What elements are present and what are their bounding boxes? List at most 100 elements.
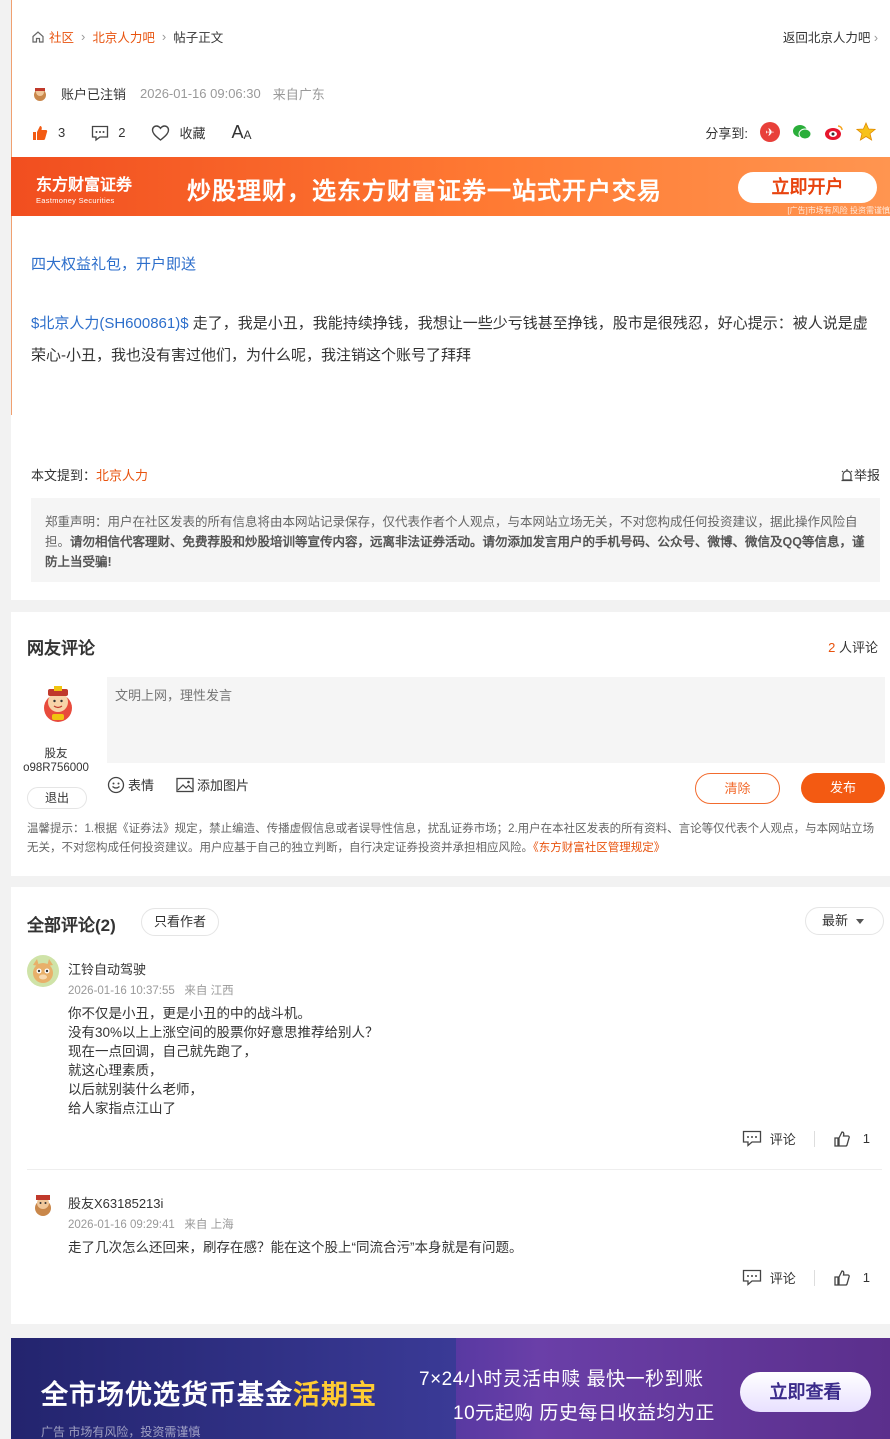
ad-tag: 广告 市场有风险，投资需谨慎 [41, 1425, 201, 1439]
post-card: 社区 › 北京人力吧 › 帖子正文 返回北京人力吧 › 账户已注销 2026-0… [11, 0, 890, 600]
share-wechat-icon[interactable] [792, 122, 812, 142]
comment-location: 来自 江西 [184, 985, 234, 997]
only-author-toggle[interactable]: 只看作者 [141, 908, 219, 936]
posting-tip: 温馨提示：1.根据《证券法》规定，禁止编造、传播虚假信息或者误导性信息，扰乱证券… [27, 820, 883, 858]
breadcrumb-current: 帖子正文 [173, 31, 224, 45]
emoji-button[interactable]: 表情 [107, 775, 154, 794]
disclaimer-warning: 请勿相信代客理财、免费荐股和炒股培训等宣传内容，远离非法证券活动。请勿添加发言用… [45, 535, 865, 569]
thumbs-up-icon [834, 1269, 850, 1286]
open-account-button[interactable]: 立即开户 [738, 172, 877, 203]
comment-like-button[interactable]: 1 [833, 1269, 870, 1287]
disclaimer: 郑重声明：用户在社区发表的所有信息将由本网站记录保存，仅代表作者个人观点，与本网… [31, 498, 880, 582]
breadcrumb: 社区 › 北京人力吧 › 帖子正文 [31, 27, 223, 46]
collect-label: 收藏 [179, 126, 206, 141]
ad-line-2: 10元起购 历史每日收益均为正 [453, 1403, 715, 1424]
share-toutiao-icon[interactable]: ✈ [760, 122, 780, 142]
comment-list-card: 全部评论(2) 只看作者 最新 江铃自动驾驶 2026-01-16 10:37:… [11, 887, 890, 1324]
comment-like-count: 1 [862, 1131, 870, 1146]
like-count: 3 [58, 125, 66, 140]
comment-item: 股友X63185213i 2026-01-16 09:29:41 来自 上海 走… [27, 1189, 882, 1299]
post-time: 2026-01-16 09:06:30 [140, 86, 261, 101]
gift-link[interactable]: 四大权益礼包，开户即送 [31, 253, 196, 274]
divider [813, 1269, 815, 1286]
like-button[interactable]: 3 [31, 124, 65, 142]
comment-tools: 表情 添加图片 [107, 775, 271, 794]
font-size-button[interactable]: AA [231, 122, 251, 143]
comment-item: 江铃自动驾驶 2026-01-16 10:37:55 来自 江西 你不仅是小丑，… [27, 955, 882, 1155]
back-link-label: 返回北京人力吧 [782, 31, 871, 45]
collect-button[interactable]: 收藏 [151, 123, 205, 142]
post-body: $北京人力(SH600861)$ 走了，我是小丑，我能持续挣钱，我想让一些少亏钱… [31, 308, 881, 372]
breadcrumb-home[interactable]: 社区 [49, 27, 74, 46]
back-to-bar-link[interactable]: 返回北京人力吧 › [783, 27, 878, 46]
comment-input[interactable] [107, 677, 885, 763]
ad-headline-text: 全市场优选货币基金 [41, 1380, 293, 1410]
ad-logo-text: 东方财富证券 [36, 175, 133, 194]
reply-button[interactable]: 评论 [742, 1129, 796, 1148]
sort-label: 最新 [822, 913, 849, 928]
avatar[interactable] [31, 85, 49, 103]
report-icon [841, 468, 853, 481]
stock-tag-link[interactable]: $北京人力(SH600861)$ [31, 315, 189, 332]
share-row: 分享到: ✈ [705, 122, 876, 142]
ad-banner-open-account[interactable]: 东方财富证券 Eastmoney Securities 炒股理财，选东方财富证券… [11, 157, 890, 216]
breadcrumb-bar[interactable]: 北京人力吧 [92, 27, 155, 46]
mention-stock-link[interactable]: 北京人力 [96, 468, 148, 483]
image-icon [176, 777, 194, 792]
reply-button[interactable]: 评论 [742, 1268, 796, 1287]
ad-slogan: 炒股理财，选东方财富证券一站式开户交易 [187, 178, 662, 205]
report-button[interactable]: 举报 [840, 465, 880, 484]
commenter-name[interactable]: 股友X63185213i [68, 1193, 163, 1212]
community-rules-link[interactable]: 《东方财富社区管理规定》 [533, 842, 665, 854]
add-image-label: 添加图片 [197, 778, 250, 793]
logout-button[interactable]: 退出 [27, 787, 87, 809]
share-weibo-icon[interactable] [824, 122, 844, 142]
comment-text: 走了几次怎么还回来，刷存在感？能在这个股上“同流合污”本身就是有问题。 [68, 1240, 523, 1255]
caret-down-icon [856, 919, 865, 925]
share-qzone-icon[interactable] [856, 122, 876, 142]
post-author-row: 账户已注销 2026-01-16 09:06:30 来自广东 [31, 84, 325, 103]
font-size-small-icon: A [243, 127, 252, 142]
comment-count: 2 [118, 125, 126, 140]
comment-text: 你不仅是小丑，更是小丑的中的战斗机。 没有30%以上上涨空间的股票你好意思推荐给… [68, 1006, 379, 1116]
reply-label: 评论 [769, 1132, 796, 1147]
comment-icon [742, 1269, 761, 1286]
comment-count-summary: 2 人评论 [828, 637, 878, 656]
comment-meta: 2026-01-16 10:37:55 来自 江西 [68, 982, 234, 998]
publish-button[interactable]: 发布 [801, 773, 885, 803]
comment-location: 来自 上海 [184, 1219, 234, 1231]
ad-banner-money-fund[interactable]: 全市场优选货币基金活期宝 7×24小时灵活申赎 最快一秒到账 10元起购 历史每… [11, 1338, 890, 1439]
all-comments-title: 全部评论(2) [27, 916, 116, 935]
current-user-avatar[interactable] [38, 684, 78, 724]
comment-meta: 2026-01-16 09:29:41 来自 上海 [68, 1216, 234, 1232]
divider [813, 1130, 815, 1147]
eastmoney-logo: 东方财富证券 Eastmoney Securities [36, 171, 132, 205]
add-image-button[interactable]: 添加图片 [176, 775, 249, 794]
sort-dropdown[interactable]: 最新 [805, 907, 884, 935]
commenter-avatar[interactable] [27, 955, 59, 987]
reply-label: 评论 [769, 1271, 796, 1286]
clear-button[interactable]: 清除 [695, 773, 780, 804]
comment-actions: 评论 1 [742, 1129, 870, 1148]
mention-row: 本文提到：北京人力 [31, 465, 148, 484]
commenter-name[interactable]: 江铃自动驾驶 [68, 959, 146, 978]
comment-actions: 评论 1 [742, 1268, 870, 1287]
comment-like-count: 1 [862, 1270, 870, 1285]
chevron-right-icon: › [161, 29, 167, 44]
chevron-right-icon: › [81, 29, 86, 44]
comment-button[interactable]: 2 [91, 124, 125, 142]
ad-headline: 全市场优选货币基金活期宝 [41, 1373, 377, 1412]
chevron-right-icon: › [873, 31, 878, 45]
author-name[interactable]: 账户已注销 [61, 84, 126, 103]
home-icon[interactable] [31, 30, 45, 44]
commenter-avatar[interactable] [27, 1189, 59, 1221]
comment-divider [27, 1169, 882, 1170]
comment-like-button[interactable]: 1 [833, 1130, 870, 1148]
share-label: 分享到: [705, 125, 748, 141]
current-user-name[interactable]: 股友o98R756000 [23, 747, 89, 775]
comment-section-title: 网友评论 [27, 639, 95, 658]
report-label: 举报 [853, 468, 880, 483]
view-now-button[interactable]: 立即查看 [740, 1372, 871, 1412]
ad-line-1: 7×24小时灵活申赎 最快一秒到账 [419, 1369, 704, 1390]
comment-input-card: 网友评论 2 人评论 股友o98R756000 退出 表情 添加图片 清除 发布… [11, 612, 890, 876]
